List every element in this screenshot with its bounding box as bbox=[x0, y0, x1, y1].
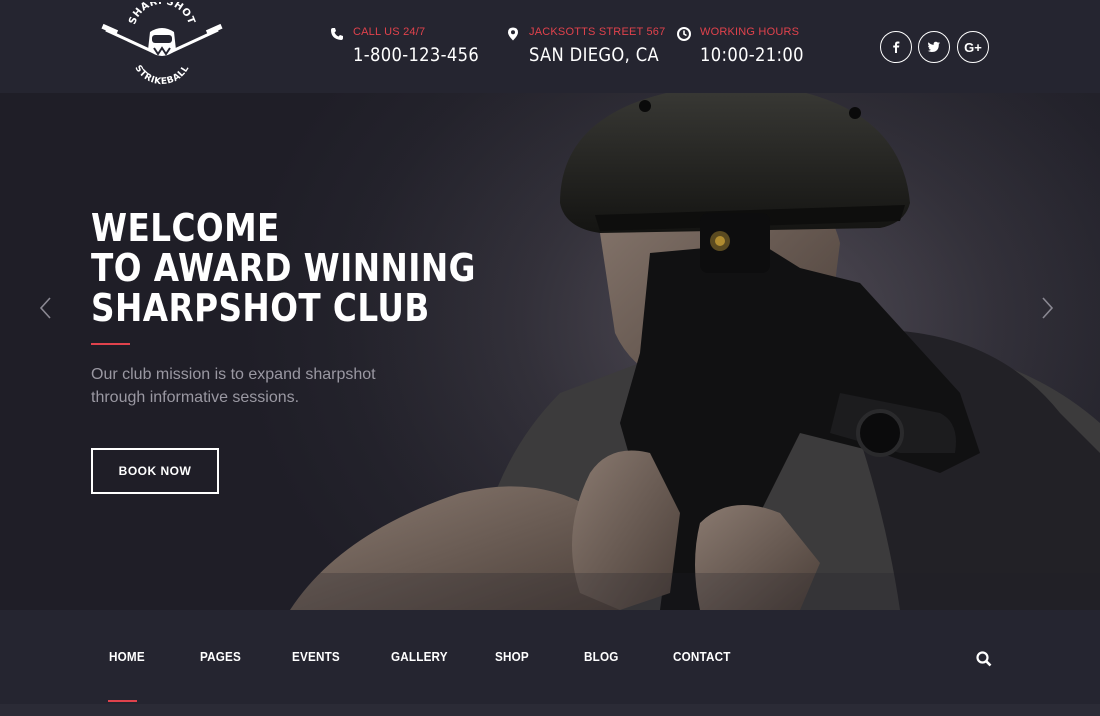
nav-item-blog[interactable]: BLOG bbox=[584, 649, 619, 664]
logo-top-text: SHARPSHOT bbox=[127, 2, 196, 26]
hero-title-line: SHARPSHOT CLUB bbox=[91, 286, 430, 330]
address-label: JACKSOTTS STREET 567 bbox=[529, 26, 666, 38]
search-button[interactable] bbox=[975, 650, 993, 668]
hours-label: WORKING HOURS bbox=[700, 26, 800, 38]
google-plus-icon: G+ bbox=[964, 39, 982, 55]
hero-description-line: through informative sessions. bbox=[91, 389, 300, 406]
nav-active-indicator bbox=[108, 700, 137, 702]
nav-item-pages[interactable]: PAGES bbox=[200, 649, 241, 664]
hero-soldier-image bbox=[0, 93, 1100, 610]
nav-item-contact[interactable]: CONTACT bbox=[673, 649, 731, 664]
main-navigation: HOME PAGES EVENTS GALLERY SHOP BLOG CONT… bbox=[0, 610, 1100, 704]
nav-item-home[interactable]: HOME bbox=[109, 649, 145, 664]
svg-text:SHARPSHOT: SHARPSHOT bbox=[127, 2, 197, 26]
logo-emblem: SHARPSHOT STRIKEBALL bbox=[101, 2, 223, 88]
slider-next-button[interactable] bbox=[1037, 296, 1057, 320]
hero-title-line: WELCOME bbox=[91, 206, 280, 250]
hero-title-line: TO AWARD WINNING bbox=[91, 246, 476, 290]
site-header: SHARPSHOT STRIKEBALL CALL US 24/7 1-800-… bbox=[0, 0, 1100, 93]
logo-bottom-text: STRIKEBALL bbox=[132, 64, 191, 88]
hours-value: 10:00-21:00 bbox=[700, 44, 804, 66]
site-logo[interactable]: SHARPSHOT STRIKEBALL bbox=[100, 2, 224, 88]
facebook-button[interactable] bbox=[880, 31, 912, 63]
call-label: CALL US 24/7 bbox=[353, 26, 426, 38]
hero-accent-divider bbox=[91, 343, 130, 345]
book-now-button[interactable]: BOOK NOW bbox=[91, 448, 219, 494]
hero-description-line: Our club mission is to expand sharpshot bbox=[91, 366, 376, 383]
hero-description: Our club mission is to expand sharpshot … bbox=[91, 363, 421, 409]
chevron-right-icon bbox=[1042, 297, 1054, 319]
nav-item-events[interactable]: EVENTS bbox=[292, 649, 340, 664]
google-plus-button[interactable]: G+ bbox=[957, 31, 989, 63]
svg-text:STRIKEBALL: STRIKEBALL bbox=[132, 64, 191, 88]
search-icon bbox=[976, 651, 992, 667]
chevron-left-icon bbox=[39, 297, 51, 319]
twitter-icon bbox=[927, 41, 940, 52]
twitter-button[interactable] bbox=[918, 31, 950, 63]
nav-item-shop[interactable]: SHOP bbox=[495, 649, 529, 664]
call-number[interactable]: 1-800-123-456 bbox=[353, 44, 479, 66]
address-value: SAN DIEGO, CA bbox=[529, 44, 659, 66]
clock-icon bbox=[677, 27, 691, 41]
phone-icon bbox=[330, 27, 344, 41]
nav-item-gallery[interactable]: GALLERY bbox=[391, 649, 448, 664]
map-pin-icon bbox=[506, 27, 520, 41]
hero-slider: WELCOME TO AWARD WINNING SHARPSHOT CLUB … bbox=[0, 93, 1100, 610]
page-bottom-strip bbox=[0, 704, 1100, 716]
slider-prev-button[interactable] bbox=[36, 296, 56, 320]
hero-title: WELCOME TO AWARD WINNING SHARPSHOT CLUB bbox=[91, 206, 476, 330]
facebook-icon bbox=[893, 41, 900, 53]
